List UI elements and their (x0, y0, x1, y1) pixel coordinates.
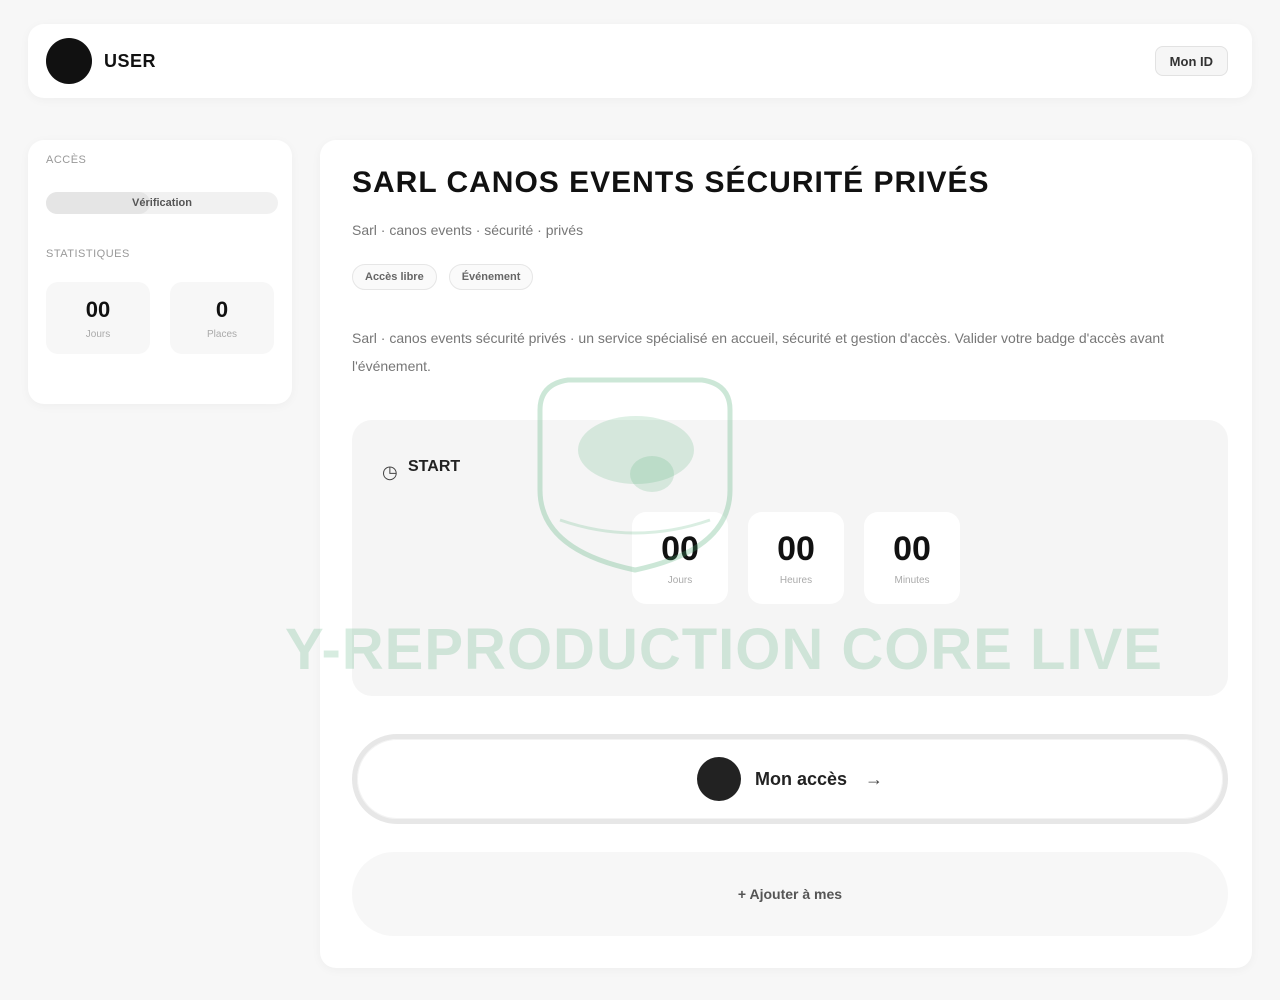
category-badge: Événement (448, 264, 534, 290)
profile-button[interactable]: Mon ID (1154, 46, 1228, 76)
countdown-value: 00 (893, 530, 931, 568)
countdown-value: 00 (777, 530, 815, 568)
avatar-icon (696, 757, 741, 801)
logo-icon (46, 38, 92, 84)
stat-card: 00 Jours (46, 282, 150, 354)
status-badge: Accès libre (352, 264, 437, 290)
add-button-label: + Ajouter à mes (737, 886, 843, 902)
sidebar-section-label: Accès (46, 154, 87, 166)
countdown-label: START (408, 458, 461, 475)
brand-logo[interactable]: USER (46, 38, 156, 84)
countdown-unit: Minutes (894, 575, 930, 586)
event-card: SARL CANOS EVENTS SÉCURITÉ PRIVÉS Sarl ·… (320, 140, 1252, 968)
event-description: Sarl · canos events sécurité privés · un… (352, 330, 1165, 374)
verification-progress: Vérification (46, 192, 278, 214)
countdown-hours: 00 Heures (748, 512, 844, 604)
progress-label: Vérification (132, 197, 192, 209)
stat-value: 00 (85, 296, 111, 322)
access-button[interactable]: Mon accès → (352, 734, 1228, 824)
stamp-seal-icon (537, 377, 733, 573)
countdown-minutes: 00 Minutes (864, 512, 960, 604)
add-to-calendar-button[interactable]: + Ajouter à mes (352, 852, 1228, 936)
sidebar: Accès Vérification Statistiques 00 Jours… (28, 140, 292, 404)
sidebar-section-label: Statistiques (46, 248, 130, 260)
watermark-text: Y-REPRODUCTION CORE LIVE (285, 617, 1163, 682)
arrow-right-icon: → (865, 768, 884, 789)
stat-label: Places (206, 328, 237, 340)
page-subtitle: Sarl · canos events · sécurité · privés (352, 222, 584, 238)
page-title: SARL CANOS EVENTS SÉCURITÉ PRIVÉS (352, 166, 990, 199)
top-header: USER Mon ID (28, 24, 1252, 98)
brand-name: USER (104, 50, 157, 71)
access-button-label: Mon accès (754, 768, 848, 789)
clock-icon: ◷ (382, 462, 398, 482)
countdown-unit: Heures (779, 575, 813, 586)
stat-card: 0 Places (170, 282, 274, 354)
badge-list: Accès libre Événement (352, 264, 534, 290)
stat-label: Jours (85, 328, 111, 340)
stat-value: 0 (215, 296, 229, 322)
